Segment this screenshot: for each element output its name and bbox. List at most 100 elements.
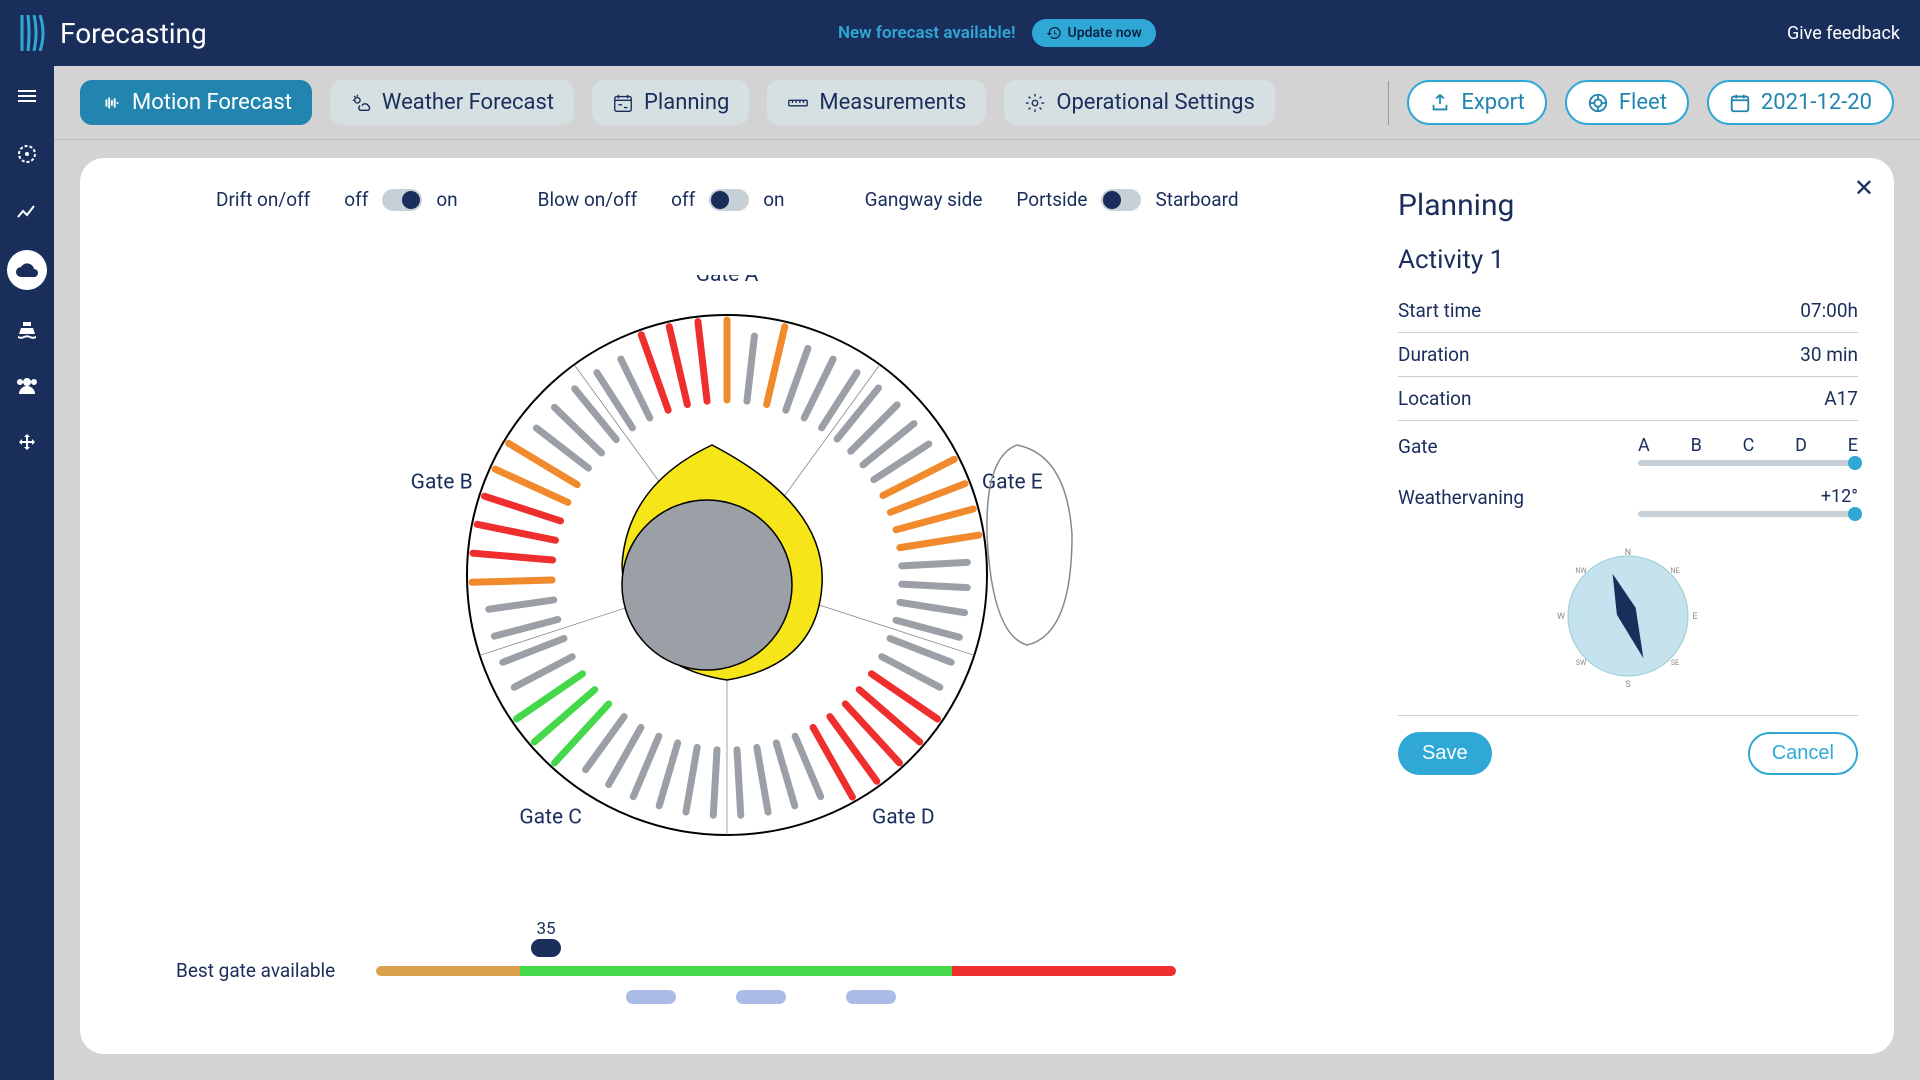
export-icon — [1429, 92, 1451, 114]
tab-operational-settings[interactable]: Operational Settings — [1004, 80, 1275, 125]
blow-off-text: off — [671, 188, 695, 211]
fleet-label: Fleet — [1619, 90, 1667, 115]
tab-measurements[interactable]: Measurements — [767, 80, 986, 125]
activity-markers — [376, 982, 1176, 1004]
svg-text:SE: SE — [1671, 659, 1679, 667]
sidebar — [0, 66, 54, 1080]
ship-icon[interactable] — [7, 308, 47, 348]
gate-letter: E — [1848, 435, 1858, 456]
svg-text:Gate C: Gate C — [519, 806, 582, 830]
date-label: 2021-12-20 — [1761, 90, 1872, 115]
location-value: A17 — [1824, 387, 1858, 410]
lifebuoy-icon — [1587, 92, 1609, 114]
date-button[interactable]: 2021-12-20 — [1707, 80, 1894, 125]
drift-on-text: on — [436, 188, 457, 211]
gear-icon — [1024, 92, 1046, 114]
timeline-label: Best gate available — [176, 959, 356, 982]
tab-weather-forecast[interactable]: Weather Forecast — [330, 80, 574, 125]
tab-label: Operational Settings — [1056, 90, 1255, 115]
cancel-button[interactable]: Cancel — [1748, 732, 1858, 775]
app-title: Forecasting — [60, 17, 207, 50]
menu-icon[interactable] — [7, 76, 47, 116]
export-button[interactable]: Export — [1407, 80, 1547, 125]
calendar-range-icon — [612, 92, 634, 114]
gate-radar-chart: Gate AGate EGate DGate CGate B — [357, 275, 1137, 855]
weather-icon — [350, 92, 372, 114]
give-feedback-link[interactable]: Give feedback — [1787, 23, 1900, 44]
activity-title: Activity 1 — [1398, 245, 1858, 275]
svg-text:NE: NE — [1671, 567, 1680, 575]
save-button[interactable]: Save — [1398, 732, 1492, 775]
weathervaning-slider-knob[interactable] — [1848, 507, 1862, 521]
location-label: Location — [1398, 387, 1472, 410]
gangway-starboard-text: Starboard — [1155, 188, 1238, 211]
gate-slider[interactable] — [1638, 460, 1858, 466]
export-label: Export — [1461, 90, 1525, 115]
ruler-icon — [787, 92, 809, 114]
gangway-toggle[interactable] — [1101, 189, 1141, 211]
tab-label: Measurements — [819, 90, 966, 115]
drift-toggle[interactable] — [382, 189, 422, 211]
gangway-portside-text: Portside — [1016, 188, 1087, 211]
svg-text:SW: SW — [1576, 659, 1587, 667]
svg-text:Gate B: Gate B — [411, 470, 473, 494]
activity-marker[interactable] — [736, 990, 786, 1004]
timeline-handle[interactable] — [531, 939, 561, 957]
tab-motion-forecast[interactable]: Motion Forecast — [80, 80, 312, 125]
divider — [1388, 81, 1389, 125]
close-icon[interactable]: ✕ — [1854, 174, 1874, 202]
drift-label: Drift on/off — [216, 188, 310, 211]
waveform-icon — [100, 92, 122, 114]
tab-label: Motion Forecast — [132, 90, 292, 115]
svg-text:S: S — [1625, 680, 1630, 690]
svg-text:Gate D: Gate D — [872, 806, 935, 830]
weathervaning-slider[interactable] — [1638, 511, 1858, 517]
move-icon[interactable] — [7, 424, 47, 464]
svg-text:Gate A: Gate A — [696, 275, 759, 287]
toggle-row: Drift on/off off on Blow on/off off on — [116, 188, 1378, 221]
calendar-icon — [1729, 92, 1751, 114]
gate-slider-knob[interactable] — [1848, 456, 1862, 470]
update-now-button[interactable]: Update now — [1032, 19, 1156, 47]
gate-letters: A B C D E — [1638, 435, 1858, 456]
logo-icon — [20, 15, 48, 51]
svg-text:NW: NW — [1575, 567, 1587, 575]
gate-letter: B — [1691, 435, 1702, 456]
gate-letter: D — [1795, 435, 1807, 456]
banner-message: New forecast available! — [838, 23, 1016, 43]
svg-text:E: E — [1692, 612, 1697, 622]
target-icon[interactable] — [7, 134, 47, 174]
weathervaning-label: Weathervaning — [1398, 486, 1524, 509]
blow-label: Blow on/off — [538, 188, 638, 211]
gate-letter: C — [1743, 435, 1755, 456]
gate-label: Gate — [1398, 435, 1438, 458]
duration-label: Duration — [1398, 343, 1470, 366]
gangway-label: Gangway side — [865, 188, 983, 211]
duration-value: 30 min — [1800, 343, 1858, 366]
cloud-icon[interactable] — [7, 250, 47, 290]
tab-label: Planning — [644, 90, 729, 115]
svg-text:W: W — [1557, 612, 1565, 622]
planning-title: Planning — [1398, 188, 1858, 223]
svg-text:N: N — [1625, 548, 1631, 558]
activity-marker[interactable] — [626, 990, 676, 1004]
start-time-value: 07:00h — [1800, 299, 1858, 322]
tab-planning[interactable]: Planning — [592, 80, 749, 125]
planning-panel: Planning Activity 1 Start time 07:00h Du… — [1378, 188, 1858, 1024]
timeline-value: 35 — [536, 919, 555, 939]
timeline-bar[interactable] — [376, 966, 1176, 976]
main-card: ✕ Drift on/off off on Blow on/off off — [80, 158, 1894, 1054]
activity-marker[interactable] — [846, 990, 896, 1004]
users-icon[interactable] — [7, 366, 47, 406]
fleet-button[interactable]: Fleet — [1565, 80, 1689, 125]
weathervaning-value: +12° — [1638, 486, 1858, 507]
compass-icon: N S W E NW NE SW SE — [1553, 541, 1703, 691]
update-now-label: Update now — [1068, 25, 1142, 41]
blow-toggle[interactable] — [709, 189, 749, 211]
gate-letter: A — [1638, 435, 1650, 456]
history-icon — [1046, 25, 1062, 41]
topbar: Forecasting New forecast available! Upda… — [0, 0, 1920, 66]
blow-on-text: on — [763, 188, 784, 211]
trend-icon[interactable] — [7, 192, 47, 232]
toolbar: Motion Forecast Weather Forecast Plannin… — [54, 66, 1920, 140]
